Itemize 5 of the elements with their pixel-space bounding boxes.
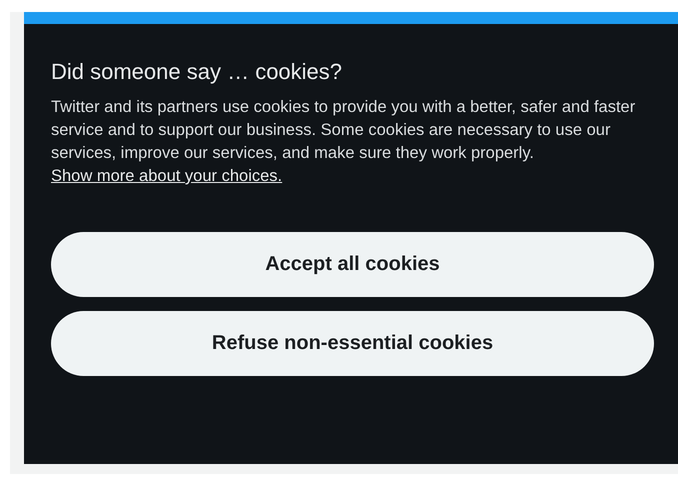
dialog-title: Did someone say … cookies? [51, 58, 344, 86]
cookie-button[interactable]: Accept all cookies [51, 232, 654, 297]
cookie-notice-text: Twitter and its partners use cookies to provide you with a better, safer and faster service and to support our business. Some cookies are necessary to use our services, improve our services, and make sure they work properly. Show more about your choices. [51, 97, 636, 187]
cookie-button[interactable]: Refuse non-essential cookies [51, 311, 654, 376]
show-more-link[interactable]: Show more about your choices. [51, 167, 282, 185]
